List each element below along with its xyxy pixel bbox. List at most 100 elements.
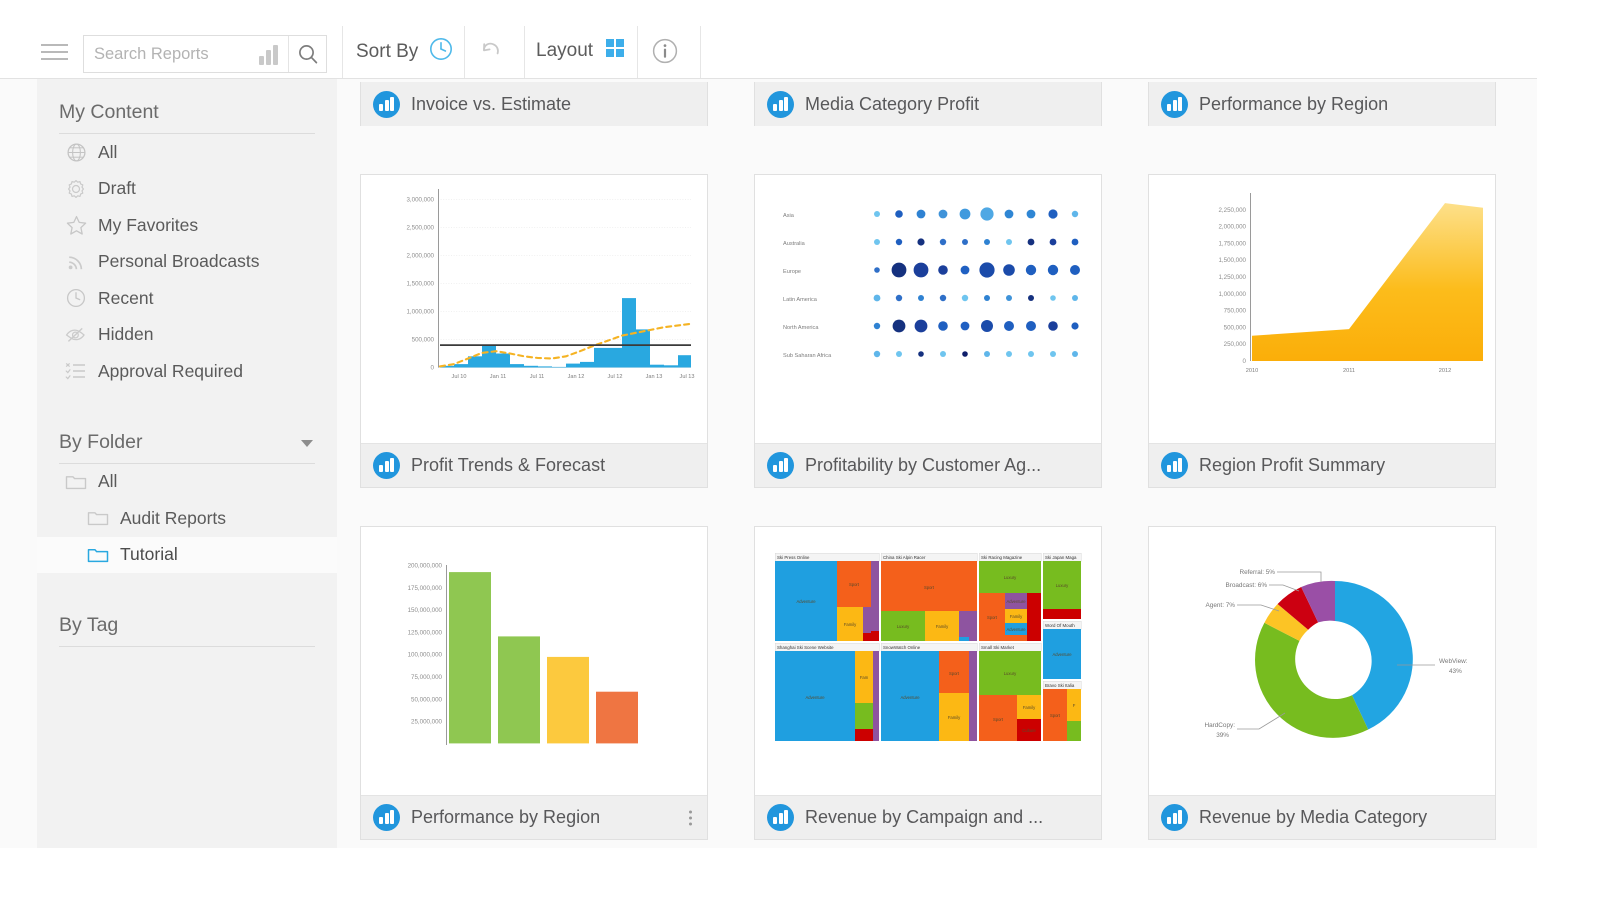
report-card-region-profit-summary[interactable]: 0 250,000 500,000 750,000 1,000,000 1,25… xyxy=(1148,174,1496,488)
sidebar-item-recent[interactable]: Recent xyxy=(37,280,337,317)
search-icon[interactable] xyxy=(288,36,326,72)
sidebar-section-by-folder[interactable]: By Folder xyxy=(59,409,315,464)
svg-text:2010: 2010 xyxy=(1246,368,1258,374)
svg-text:Jul 10: Jul 10 xyxy=(452,374,467,380)
svg-text:Broadcast: 6%: Broadcast: 6% xyxy=(1225,582,1267,589)
svg-text:Adventure: Adventure xyxy=(900,695,920,700)
toolbar-divider-2 xyxy=(464,26,465,78)
svg-text:43%: 43% xyxy=(1449,668,1462,675)
report-card[interactable]: Media Category Profit xyxy=(754,82,1102,126)
svg-text:500,000: 500,000 xyxy=(1224,324,1247,331)
folder-icon xyxy=(81,508,115,528)
svg-text:F: F xyxy=(1073,703,1076,708)
svg-text:SnowWatch Online: SnowWatch Online xyxy=(883,645,921,650)
sidebar-item-label: Hidden xyxy=(98,324,154,345)
layout-label: Layout xyxy=(536,39,594,61)
report-icon xyxy=(373,804,400,831)
card-title: Invoice vs. Estimate xyxy=(411,93,572,114)
svg-text:Europe: Europe xyxy=(783,269,801,275)
sidebar-item-hidden[interactable]: Hidden xyxy=(37,317,337,354)
svg-text:Sport: Sport xyxy=(993,717,1004,722)
sidebar: My Content All Draft My Favorites Person… xyxy=(37,79,337,848)
card-title: Revenue by Media Category xyxy=(1199,807,1428,827)
toolbar-divider-1 xyxy=(342,26,343,78)
sidebar-item-draft[interactable]: Draft xyxy=(37,171,337,208)
svg-text:China Ski Alpin Racer: China Ski Alpin Racer xyxy=(883,555,926,560)
svg-text:Jan 11: Jan 11 xyxy=(490,374,506,380)
svg-text:Jul 12: Jul 12 xyxy=(608,374,623,380)
layout-control[interactable]: Layout xyxy=(536,36,627,65)
chevron-down-icon[interactable] xyxy=(301,439,313,447)
info-icon[interactable] xyxy=(650,36,680,71)
report-card-revenue-by-campaign[interactable]: Ski Press Online Adventure Sport Family xyxy=(754,526,1102,840)
sidebar-folder-label: Tutorial xyxy=(120,544,178,565)
report-grid: Invoice vs. Estimate Media Category Prof… xyxy=(337,79,1537,848)
chart-performance-by-region: 200,000,000 175,000,000 150,000,000 125,… xyxy=(361,527,707,793)
card-footer: Performance by Region xyxy=(1149,82,1495,126)
svg-text:3,000,000: 3,000,000 xyxy=(406,197,434,204)
toolbar-divider-4 xyxy=(637,26,638,78)
eye-slash-icon xyxy=(59,325,93,345)
svg-text:1,750,000: 1,750,000 xyxy=(1218,240,1246,247)
report-card[interactable]: Performance by Region xyxy=(1148,82,1496,126)
report-icon xyxy=(1161,452,1188,479)
svg-text:Sport: Sport xyxy=(1050,713,1061,718)
kebab-menu-icon[interactable] xyxy=(689,807,693,828)
sidebar-folder-label: All xyxy=(98,471,118,492)
clock-icon[interactable] xyxy=(428,36,454,67)
sidebar-folder-all[interactable]: All xyxy=(37,464,337,501)
report-card[interactable]: Invoice vs. Estimate xyxy=(360,82,708,126)
svg-text:Jul 13: Jul 13 xyxy=(680,374,695,380)
toolbar-divider-3 xyxy=(524,26,525,78)
report-card-performance-by-region[interactable]: 200,000,000 175,000,000 150,000,000 125,… xyxy=(360,526,708,840)
report-icon xyxy=(767,804,794,831)
report-icon xyxy=(1161,804,1188,831)
grid-icon[interactable] xyxy=(603,36,627,65)
sort-by-control[interactable]: Sort By xyxy=(356,36,454,67)
svg-text:Latin America: Latin America xyxy=(783,297,818,303)
sidebar-item-all[interactable]: All xyxy=(37,134,337,171)
report-icon xyxy=(1161,90,1188,118)
sidebar-item-label: All xyxy=(98,141,118,162)
svg-text:1,000,000: 1,000,000 xyxy=(1218,291,1246,298)
info-button[interactable] xyxy=(650,36,680,71)
bar-chart-icon[interactable] xyxy=(256,43,286,65)
card-title: Profitability by Customer Ag... xyxy=(805,455,1042,475)
sidebar-section-my-content: My Content xyxy=(59,79,315,134)
undo-button[interactable] xyxy=(476,36,504,69)
svg-text:Sport: Sport xyxy=(924,585,935,590)
undo-icon[interactable] xyxy=(476,36,504,69)
report-card-revenue-by-media-category[interactable]: WebView: 43% HardCopy: 39% Agent: 7% Bro… xyxy=(1148,526,1496,840)
sidebar-item-approval-required[interactable]: Approval Required xyxy=(37,353,337,390)
chart-revenue-by-media-category: WebView: 43% HardCopy: 39% Agent: 7% Bro… xyxy=(1149,527,1495,793)
hamburger-menu-icon[interactable] xyxy=(41,41,68,63)
svg-text:HardCopy:: HardCopy: xyxy=(1204,722,1235,729)
svg-text:2,000,000: 2,000,000 xyxy=(406,253,434,260)
svg-text:2012: 2012 xyxy=(1439,368,1451,374)
sidebar-item-my-favorites[interactable]: My Favorites xyxy=(37,207,337,244)
sidebar-folder-tutorial[interactable]: Tutorial xyxy=(37,536,337,573)
sidebar-section-by-tag[interactable]: By Tag xyxy=(59,592,315,647)
globe-icon xyxy=(59,142,93,163)
report-card-profit-trends-forecast[interactable]: 0 500,000 1,000,000 1,500,000 2,000,000 … xyxy=(360,174,708,488)
card-title: Performance by Region xyxy=(411,807,601,827)
report-icon xyxy=(767,90,794,118)
svg-text:Luxury: Luxury xyxy=(897,624,910,629)
sidebar-folder-audit-reports[interactable]: Audit Reports xyxy=(37,500,337,537)
svg-text:Sub Saharan Africa: Sub Saharan Africa xyxy=(783,353,832,359)
sidebar-item-label: Draft xyxy=(98,178,136,199)
card-footer: Performance by Region xyxy=(361,795,707,839)
report-card-profitability-by-customer-age[interactable]: Asia Australia Europe Latin America Nort… xyxy=(754,174,1102,488)
svg-text:Agent: 7%: Agent: 7% xyxy=(1206,602,1236,609)
svg-text:Shanghai Ski Scene Website: Shanghai Ski Scene Website xyxy=(777,645,834,650)
svg-text:Luxury: Luxury xyxy=(1004,671,1017,676)
card-thumbnail: WebView: 43% HardCopy: 39% Agent: 7% Bro… xyxy=(1149,527,1495,795)
svg-text:Luxury: Luxury xyxy=(1056,583,1069,588)
card-footer: Invoice vs. Estimate xyxy=(361,82,707,126)
search-box xyxy=(83,35,327,73)
card-thumbnail: 0 500,000 1,000,000 1,500,000 2,000,000 … xyxy=(361,175,707,443)
search-input[interactable] xyxy=(84,36,256,72)
sidebar-folder-label: Audit Reports xyxy=(120,507,227,528)
sidebar-item-personal-broadcasts[interactable]: Personal Broadcasts xyxy=(37,244,337,281)
